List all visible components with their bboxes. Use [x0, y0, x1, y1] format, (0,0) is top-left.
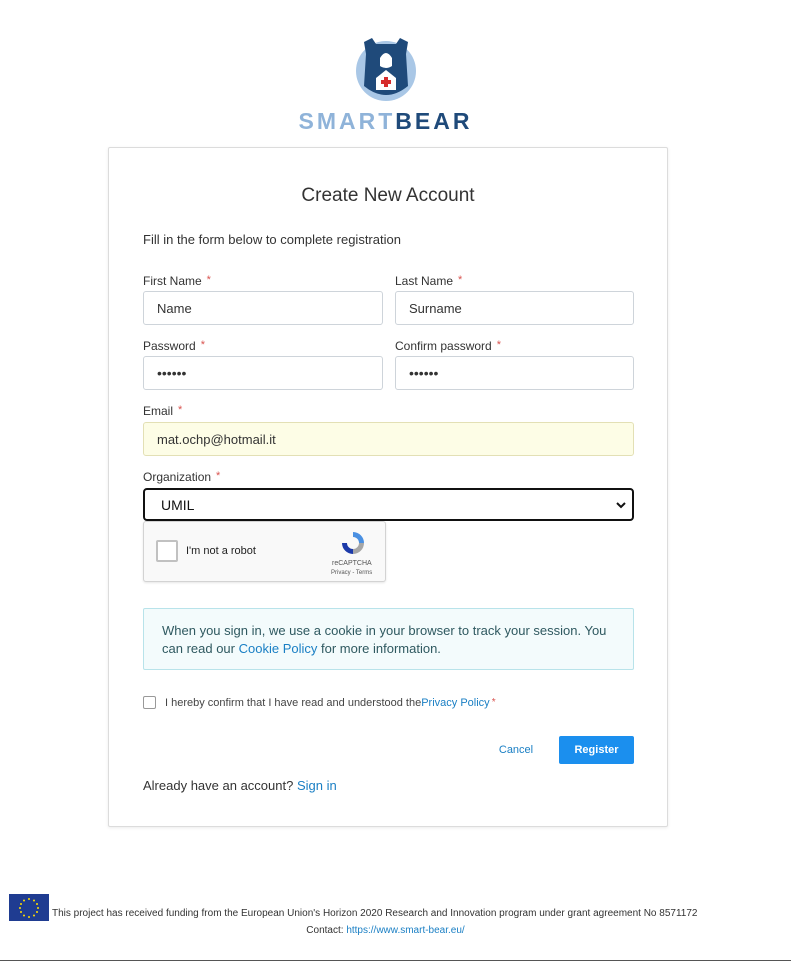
- brand-name: SMARTBEAR: [0, 108, 771, 135]
- brand-part-smart: SMART: [298, 108, 396, 134]
- recaptcha-checkbox[interactable]: [156, 540, 178, 562]
- required-mark: *: [216, 470, 221, 482]
- bottom-divider: [0, 960, 791, 961]
- last-name-value: Surname: [409, 300, 462, 316]
- password-value: ••••••: [157, 365, 187, 381]
- contact-link[interactable]: https://www.smart-bear.eu/: [346, 925, 464, 936]
- required-mark: *: [206, 274, 211, 286]
- confirm-password-input[interactable]: ••••••: [395, 356, 634, 390]
- first-name-input[interactable]: Name: [143, 291, 383, 325]
- signin-text: Already have an account?: [143, 778, 297, 793]
- last-name-label: Last Name *: [395, 274, 462, 288]
- organization-label-text: Organization: [143, 470, 212, 484]
- first-name-label: First Name *: [143, 274, 211, 288]
- privacy-checkbox[interactable]: [143, 696, 156, 709]
- signin-prompt: Already have an account? Sign in: [143, 778, 337, 793]
- required-mark: *: [496, 339, 501, 351]
- bear-icon: [355, 38, 416, 101]
- password-input[interactable]: ••••••: [143, 356, 383, 390]
- confirm-password-label-text: Confirm password: [395, 339, 492, 353]
- last-name-label-text: Last Name: [395, 274, 454, 288]
- organization-select[interactable]: UMIL: [143, 488, 634, 521]
- last-name-input[interactable]: Surname: [395, 291, 634, 325]
- chevron-down-icon: [616, 501, 626, 508]
- recaptcha-label: I'm not a robot: [186, 545, 256, 557]
- cookie-policy-link[interactable]: Cookie Policy: [239, 641, 318, 656]
- password-label-text: Password: [143, 339, 196, 353]
- email-label-text: Email: [143, 404, 174, 418]
- form-subtitle: Fill in the form below to complete regis…: [143, 232, 401, 247]
- required-mark: *: [491, 697, 496, 708]
- email-input[interactable]: mat.ochp@hotmail.it: [143, 422, 634, 456]
- recaptcha-brand: reCAPTCHA: [332, 560, 372, 567]
- first-name-value: Name: [157, 300, 192, 316]
- eu-flag-icon: [9, 894, 49, 921]
- password-label: Password *: [143, 339, 205, 353]
- recaptcha-links[interactable]: Privacy - Terms: [331, 570, 372, 576]
- required-mark: *: [178, 404, 183, 416]
- privacy-confirm: I hereby confirm that I have read and un…: [143, 696, 496, 709]
- organization-label: Organization *: [143, 470, 220, 484]
- funding-notice: This project has received funding from t…: [52, 908, 698, 919]
- brand-part-bear: BEAR: [395, 108, 473, 134]
- privacy-confirm-text: I hereby confirm that I have read and un…: [165, 696, 422, 709]
- cookie-info-text-end: for more information.: [317, 641, 441, 656]
- privacy-policy-link[interactable]: Privacy Policy: [421, 697, 489, 709]
- required-mark: *: [458, 274, 463, 286]
- page-title: Create New Account: [301, 185, 475, 206]
- registration-card: Create New Account Fill in the form belo…: [108, 147, 668, 827]
- email-value: mat.ochp@hotmail.it: [157, 431, 276, 447]
- footer-contact: Contact: https://www.smart-bear.eu/: [0, 925, 771, 936]
- contact-label: Contact:: [306, 925, 347, 936]
- organization-value: UMIL: [161, 496, 195, 513]
- signin-link[interactable]: Sign in: [297, 778, 337, 793]
- email-label: Email *: [143, 404, 182, 418]
- recaptcha-widget: I'm not a robot reCAPTCHA Privacy - Term…: [143, 521, 386, 582]
- first-name-label-text: First Name: [143, 274, 202, 288]
- cancel-button[interactable]: Cancel: [489, 737, 543, 763]
- smartbear-logo: SMARTBEAR: [0, 34, 771, 135]
- required-mark: *: [200, 339, 205, 351]
- confirm-password-value: ••••••: [409, 365, 439, 381]
- cookie-info-box: When you sign in, we use a cookie in you…: [143, 608, 634, 670]
- recaptcha-icon: [342, 532, 364, 554]
- confirm-password-label: Confirm password *: [395, 339, 501, 353]
- register-button[interactable]: Register: [559, 736, 634, 764]
